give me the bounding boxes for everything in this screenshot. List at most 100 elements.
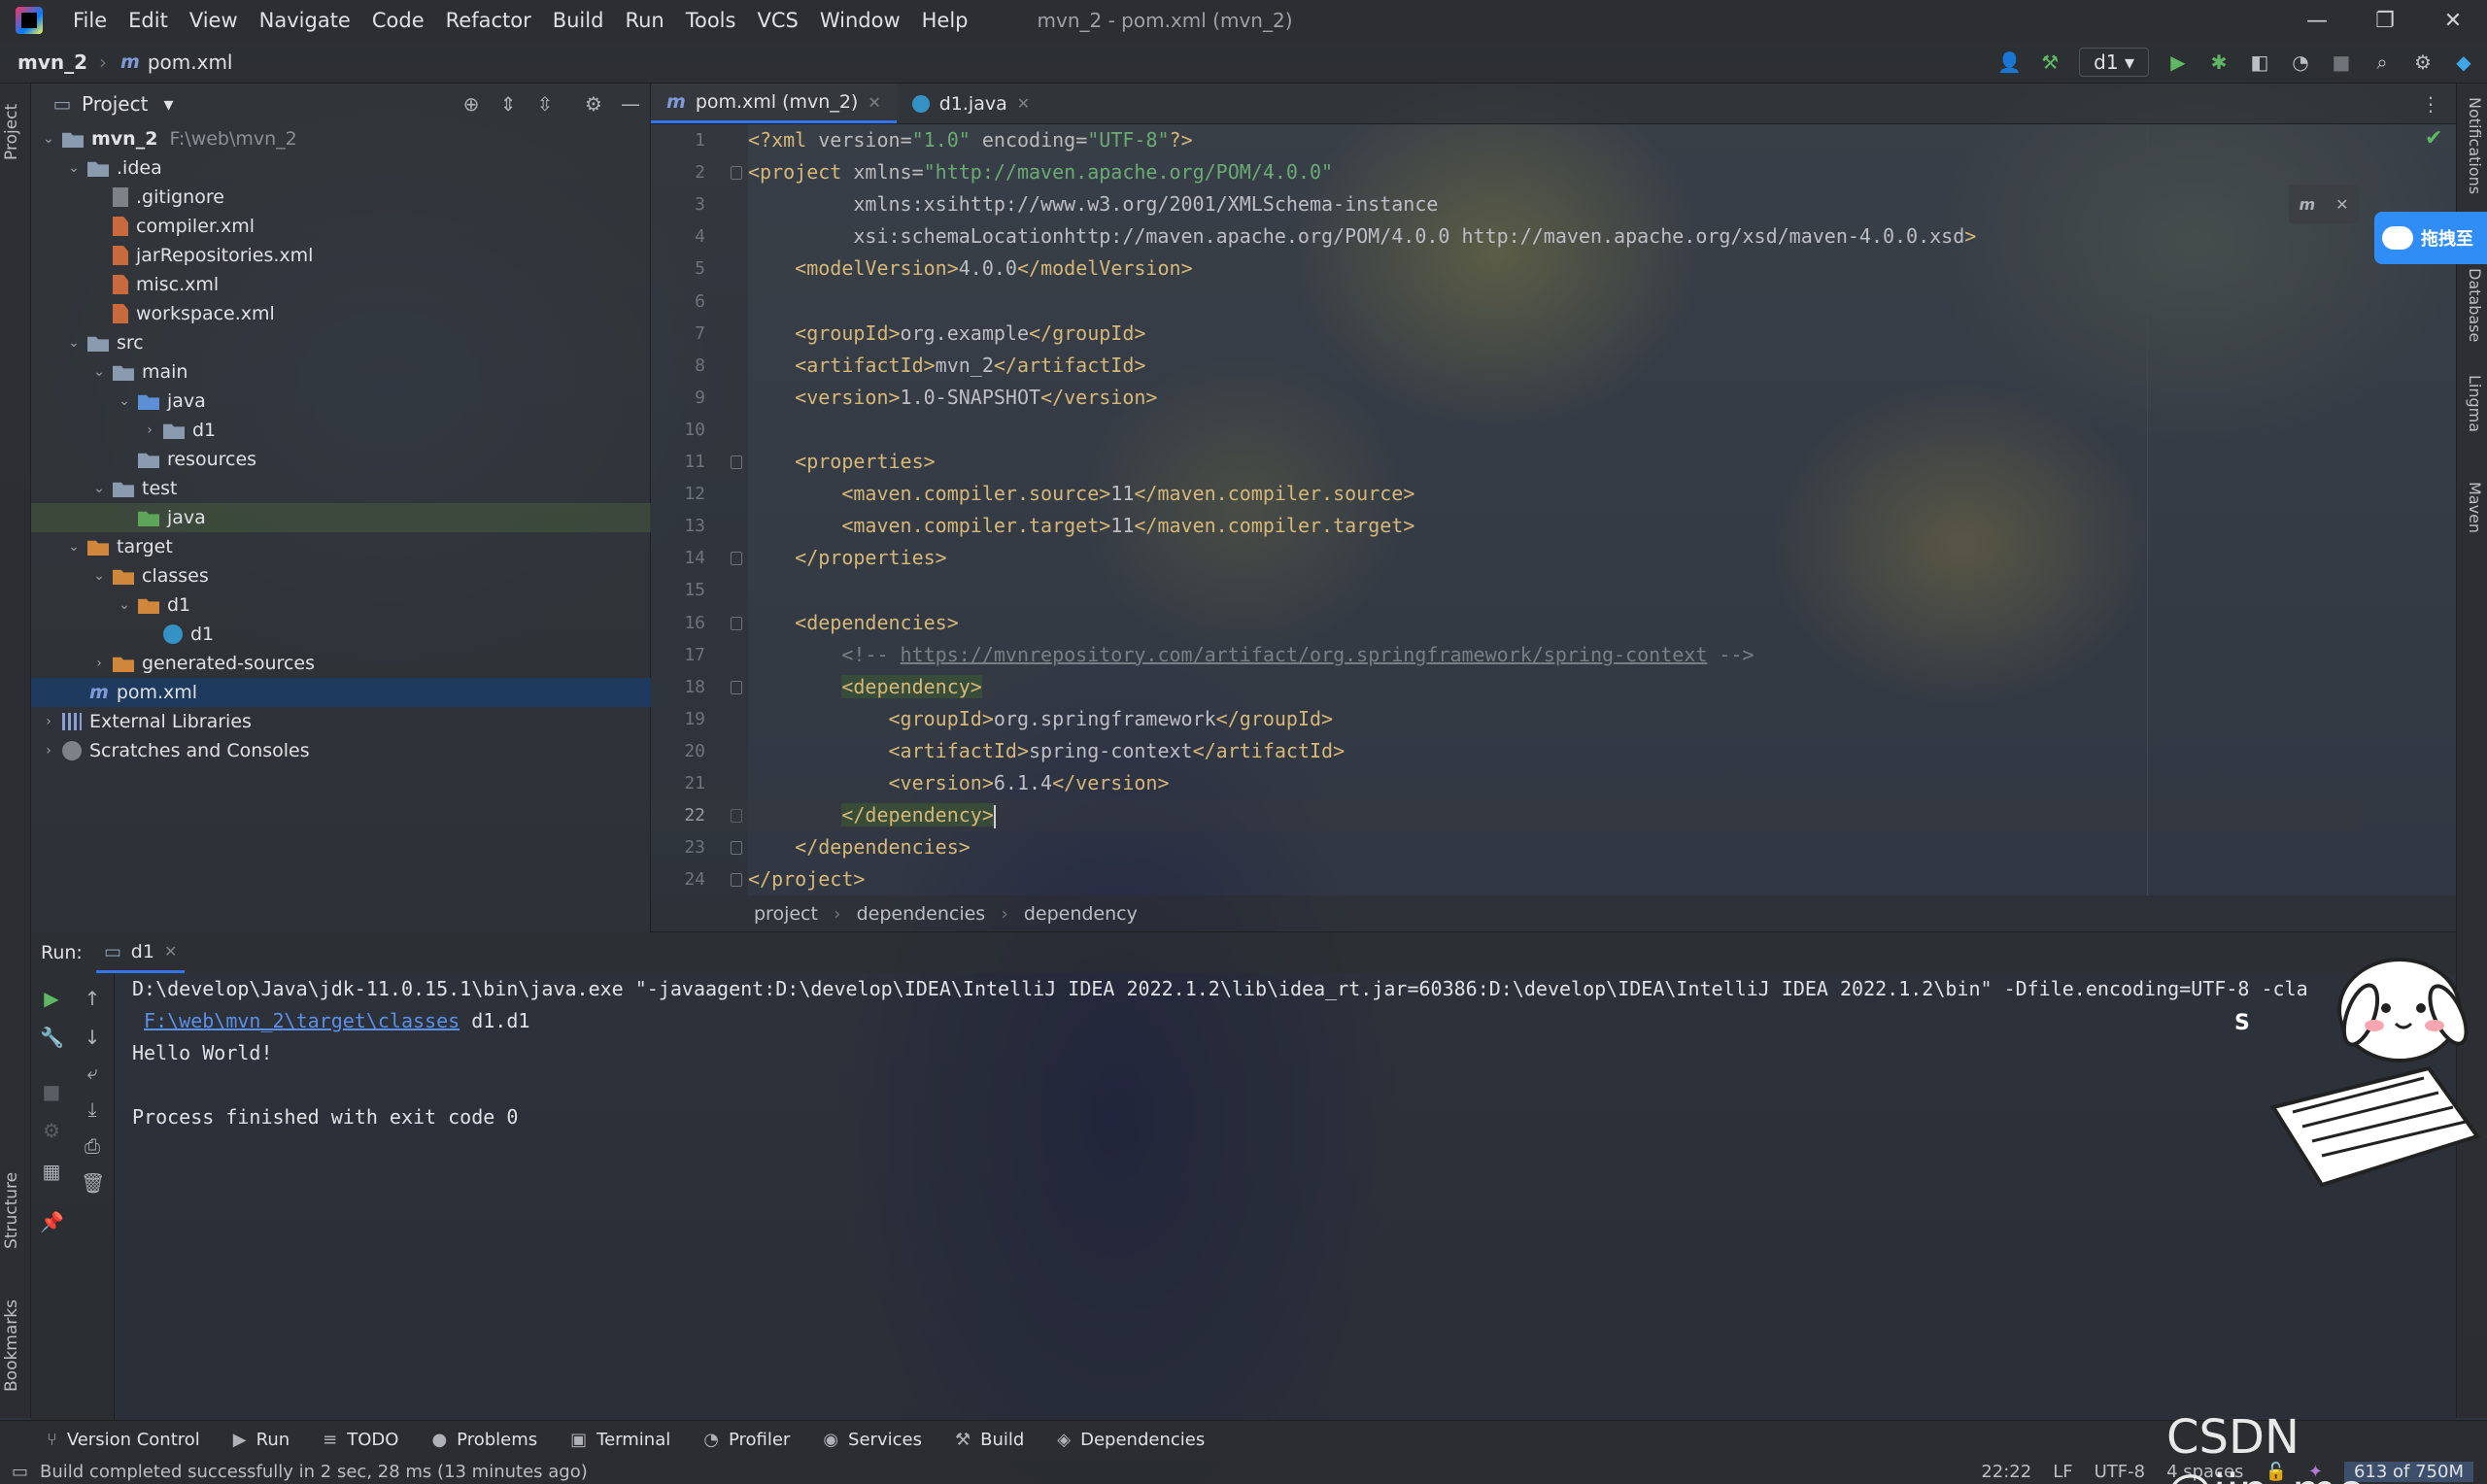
line-number[interactable]: 11 — [651, 446, 705, 478]
code-editor[interactable]: <?xml version="1.0" encoding="UTF-8"?> <p… — [651, 124, 2359, 895]
line-number[interactable]: 5 — [651, 253, 705, 285]
project-side-tab[interactable]: Project — [2, 93, 29, 171]
line-number[interactable]: 15 — [651, 574, 705, 606]
line-number[interactable]: 23 — [651, 831, 705, 863]
line-number[interactable]: 18 — [651, 671, 705, 703]
chevron-down-icon[interactable]: ⌄ — [115, 597, 134, 613]
maven-reload-icon[interactable]: m — [2299, 195, 2315, 214]
line-number[interactable]: 10 — [651, 414, 705, 446]
more-tabs-icon[interactable]: ⋮ — [2405, 84, 2456, 123]
debug-icon[interactable]: ✱ — [2207, 51, 2231, 74]
line-number[interactable]: 1 — [651, 124, 705, 156]
layout-icon[interactable]: ▦ — [40, 1160, 63, 1183]
tree-item[interactable]: › External Libraries — [31, 707, 651, 736]
stop-icon[interactable]: ■ — [40, 1080, 63, 1103]
menu-file[interactable]: File — [62, 9, 118, 32]
collapse-all-icon[interactable]: ⇳ — [533, 92, 557, 116]
line-number[interactable]: 24 — [651, 863, 705, 895]
menu-edit[interactable]: Edit — [118, 9, 179, 32]
line-number[interactable]: 20 — [651, 735, 705, 767]
baidu-drag-widget[interactable]: 拖拽至 — [2374, 212, 2487, 264]
close-icon[interactable]: ✕ — [164, 942, 177, 961]
line-number[interactable]: 8 — [651, 350, 705, 382]
tree-item[interactable]: ⌄ .idea — [31, 153, 651, 183]
chevron-down-icon[interactable]: ⌄ — [89, 481, 109, 496]
toolwindow-todo[interactable]: ≡ TODO — [323, 1430, 398, 1450]
scroll-down-icon[interactable]: ↓ — [81, 1026, 104, 1049]
close-icon[interactable]: ✕ — [868, 93, 880, 112]
no-problems-check-icon[interactable]: ✔ — [2425, 126, 2442, 151]
gear-icon[interactable]: ⚙ — [2411, 51, 2435, 74]
gear-icon[interactable]: ⚙ — [582, 92, 605, 116]
profile-icon[interactable]: ◔ — [2289, 51, 2312, 74]
restore-layout-icon[interactable]: ⚙ — [40, 1119, 63, 1142]
tab-d1-java[interactable]: d1.java ✕ — [897, 84, 1045, 123]
fold-marker-icon[interactable] — [731, 680, 742, 694]
tree-item[interactable]: ⌄ src — [31, 328, 651, 357]
menu-navigate[interactable]: Navigate — [249, 9, 361, 32]
line-number[interactable]: 21 — [651, 767, 705, 799]
build-hammer-icon[interactable]: ⚒ — [2038, 51, 2061, 74]
menu-help[interactable]: Help — [911, 9, 979, 32]
line-separator[interactable]: LF — [2053, 1462, 2072, 1482]
editor-breadcrumb-project[interactable]: project — [754, 903, 818, 925]
toolwindow-dependencies[interactable]: ◈ Dependencies — [1057, 1430, 1205, 1450]
line-number[interactable]: 4 — [651, 220, 705, 253]
coverage-icon[interactable]: ◧ — [2248, 51, 2271, 74]
wrench-icon[interactable]: 🔧 — [40, 1026, 64, 1049]
close-icon[interactable]: ✕ — [1017, 94, 1030, 113]
menu-vcs[interactable]: VCS — [746, 9, 808, 32]
line-number[interactable]: 16 — [651, 607, 705, 639]
notifications-side-tab[interactable]: Notifications — [2461, 97, 2484, 223]
locate-icon[interactable]: ⊕ — [460, 92, 483, 116]
chevron-down-icon[interactable]: ⌄ — [64, 539, 84, 555]
line-number[interactable]: 2 — [651, 156, 705, 188]
chevron-right-icon[interactable]: › — [140, 422, 159, 438]
run-console[interactable]: D:\develop\Java\jdk-11.0.15.1\bin\java.e… — [115, 973, 2456, 1420]
tree-item[interactable]: ⌄ java — [31, 387, 651, 416]
plugin-icon[interactable]: ◆ — [2452, 51, 2475, 74]
console-classes-link[interactable]: F:\web\mvn_2\target\classes — [144, 1009, 460, 1032]
chevron-right-icon[interactable]: › — [89, 656, 109, 671]
structure-side-tab[interactable]: Structure — [2, 1162, 29, 1259]
breadcrumb-project[interactable]: mvn_2 — [17, 51, 87, 74]
pin-icon[interactable]: 📌 — [40, 1210, 64, 1233]
search-icon[interactable]: ⌕ — [2370, 51, 2394, 74]
tab-pom-xml[interactable]: m pom.xml (mvn_2) ✕ — [651, 84, 897, 123]
chevron-down-icon[interactable]: ▾ — [163, 92, 173, 116]
run-configuration-selector[interactable]: d1 ▾ — [2079, 47, 2149, 77]
toolwindow-problems[interactable]: ● Problems — [431, 1430, 537, 1450]
file-encoding[interactable]: UTF-8 — [2095, 1462, 2145, 1482]
fold-marker-icon[interactable] — [731, 841, 742, 856]
database-side-tab[interactable]: Database — [2461, 268, 2484, 365]
tree-item[interactable]: ⌄ d1 — [31, 590, 651, 620]
line-number[interactable]: 14 — [651, 542, 705, 574]
scroll-up-icon[interactable]: ↑ — [81, 987, 104, 1010]
tree-item[interactable]: › d1 — [31, 416, 651, 445]
close-icon[interactable]: ✕ — [2335, 195, 2348, 214]
trash-icon[interactable]: 🗑 — [81, 1171, 105, 1195]
tree-item[interactable]: m pom.xml — [31, 678, 651, 707]
tree-item[interactable]: ⌄ test — [31, 474, 651, 503]
tree-item[interactable]: ⌄ main — [31, 357, 651, 387]
tree-item[interactable]: ⌄ mvn_2 F:\web\mvn_2 — [31, 124, 651, 153]
menu-view[interactable]: View — [179, 9, 249, 32]
soft-wrap-icon[interactable]: ⤶ — [81, 1061, 104, 1084]
fold-marker-icon[interactable] — [731, 616, 742, 630]
run-tab-d1[interactable]: ▭ d1 ✕ — [95, 933, 186, 973]
tree-item[interactable]: compiler.xml — [31, 212, 651, 241]
tree-item[interactable]: misc.xml — [31, 270, 651, 299]
menu-code[interactable]: Code — [361, 9, 435, 32]
line-number[interactable]: 12 — [651, 478, 705, 510]
line-number[interactable]: 9 — [651, 382, 705, 414]
toolwindow-profiler[interactable]: ◔ Profiler — [703, 1430, 790, 1450]
close-button[interactable]: ✕ — [2419, 9, 2487, 33]
scroll-to-end-icon[interactable]: ⤓ — [81, 1097, 104, 1121]
tree-item[interactable]: resources — [31, 445, 651, 474]
toolwindow-run[interactable]: ▶ Run — [233, 1430, 290, 1450]
chevron-down-icon[interactable]: ⌄ — [89, 568, 109, 584]
hide-panel-icon[interactable]: — — [619, 92, 642, 116]
menu-refactor[interactable]: Refactor — [435, 9, 542, 32]
toolwindow-version-control[interactable]: ⑂ Version Control — [47, 1430, 200, 1450]
chevron-down-icon[interactable]: ⌄ — [64, 160, 84, 176]
